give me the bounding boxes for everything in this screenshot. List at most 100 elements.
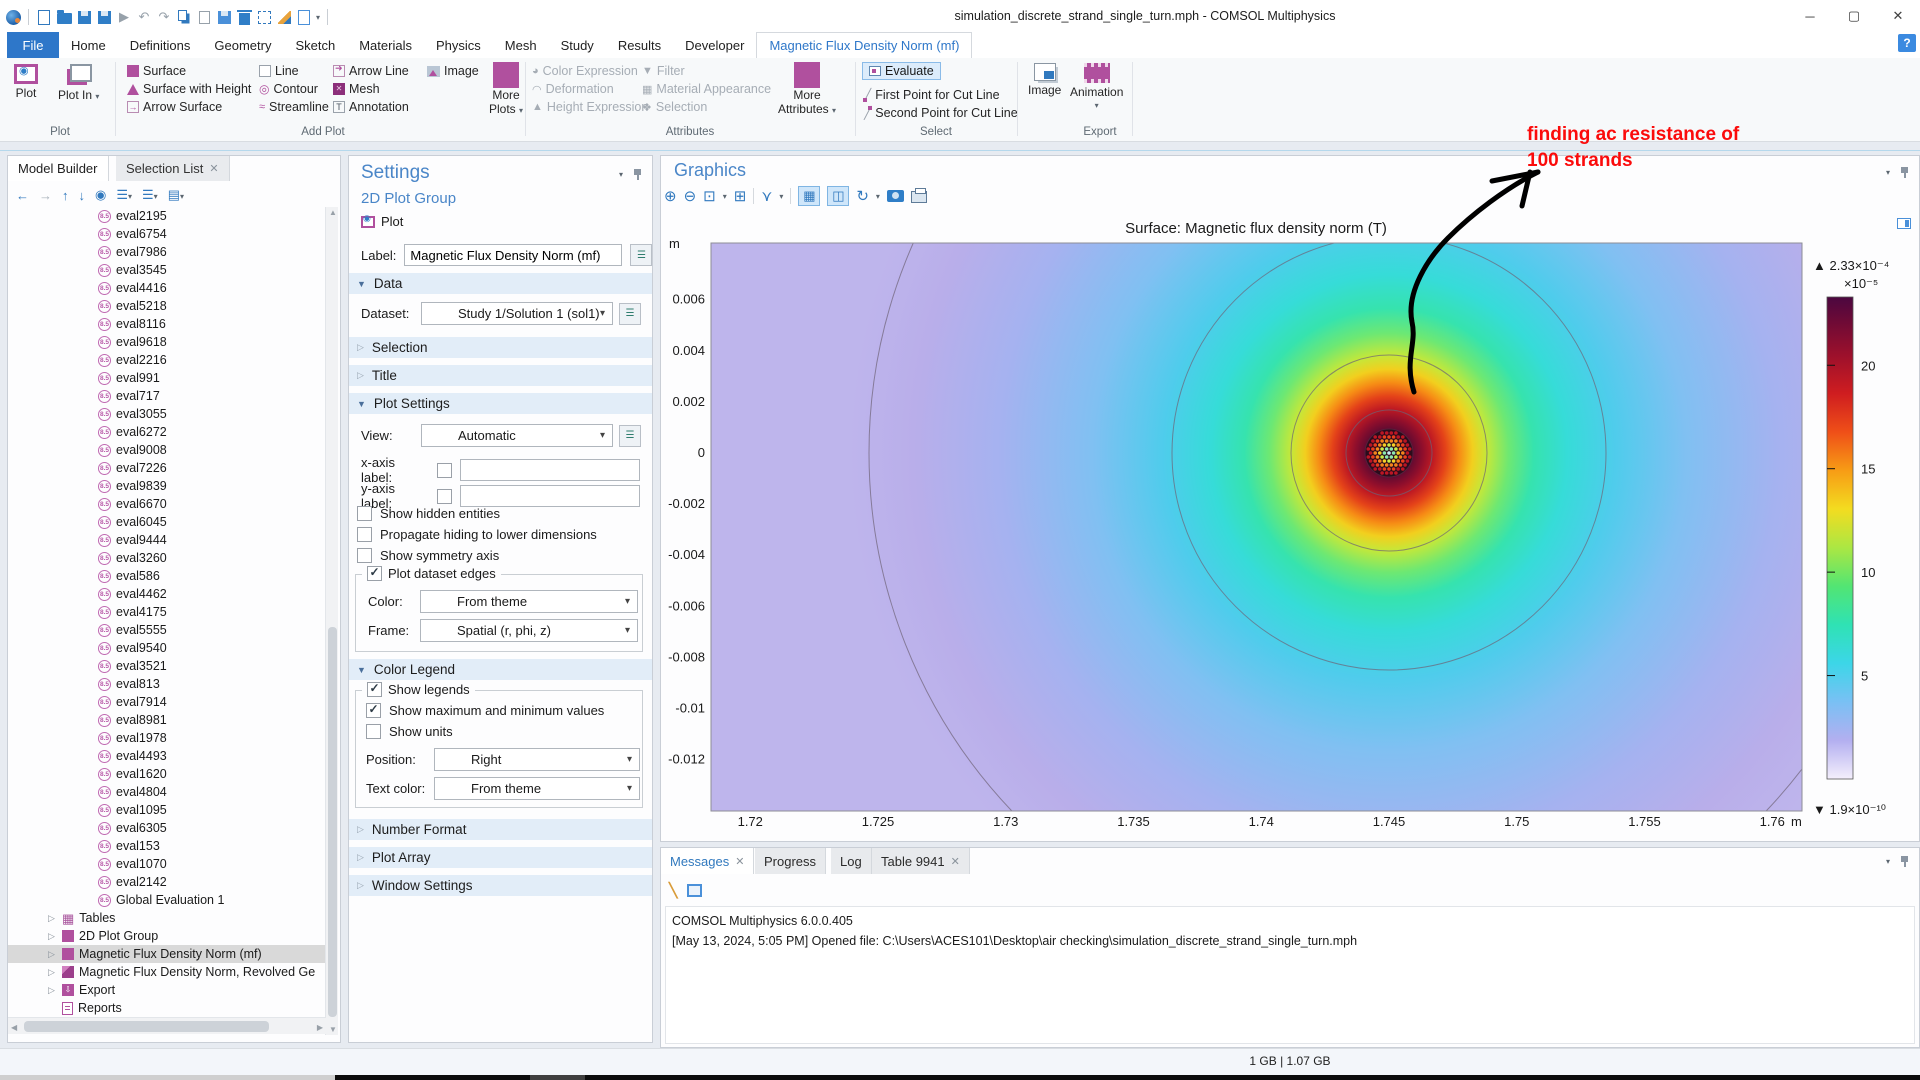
back-icon[interactable]: ←: [16, 188, 29, 203]
plot-dataset-edges-checkbox[interactable]: [367, 566, 382, 581]
plot-in-button[interactable]: Plot In ▾: [58, 64, 99, 102]
zoom-extents-icon[interactable]: ⊞: [734, 187, 747, 205]
ribbon-item-mesh[interactable]: ✕Mesh: [333, 80, 380, 98]
export-image-button[interactable]: Image: [1028, 63, 1061, 97]
tree-item-eval8981[interactable]: 8.5eval8981: [8, 711, 326, 729]
clear-messages-icon[interactable]: ╲: [669, 882, 677, 899]
ribbon-item-image[interactable]: Image: [427, 62, 479, 80]
tree-item-eval5218[interactable]: 8.5eval5218: [8, 297, 326, 315]
y-axis-checkbox[interactable]: [437, 489, 452, 504]
ribbon-item-arrow-line[interactable]: Arrow Line: [333, 62, 409, 80]
tree-item-tables[interactable]: ▷▦Tables: [8, 909, 326, 927]
tree-item-eval3521[interactable]: 8.5eval3521: [8, 657, 326, 675]
tab-log[interactable]: Log: [831, 848, 872, 874]
ribbon-tab-sketch[interactable]: Sketch: [283, 32, 347, 58]
show-symmetry-axis-checkbox[interactable]: [357, 548, 372, 563]
tree-item-eval3545[interactable]: 8.5eval3545: [8, 261, 326, 279]
ribbon-tab-file[interactable]: File: [7, 32, 59, 58]
ribbon-tab-developer[interactable]: Developer: [673, 32, 756, 58]
tree-item-eval5555[interactable]: 8.5eval5555: [8, 621, 326, 639]
collapse-all-icon[interactable]: ☰▾: [116, 187, 132, 203]
tree-item-eval4416[interactable]: 8.5eval4416: [8, 279, 326, 297]
tree-item-eval1620[interactable]: 8.5eval1620: [8, 765, 326, 783]
frame-select[interactable]: Spatial (r, phi, z): [420, 619, 638, 642]
open-in-window-icon[interactable]: [687, 884, 702, 897]
new-file-icon[interactable]: [36, 9, 52, 25]
section-number-format[interactable]: ▷Number Format: [349, 819, 652, 840]
show-max-min-row[interactable]: Show maximum and minimum values: [366, 703, 604, 718]
tree-item-eval153[interactable]: 8.5eval153: [8, 837, 326, 855]
tree-item-eval2216[interactable]: 8.5eval2216: [8, 351, 326, 369]
tree-item-eval1070[interactable]: 8.5eval1070: [8, 855, 326, 873]
x-axis-checkbox[interactable]: [437, 463, 452, 478]
pin-icon[interactable]: [633, 168, 642, 181]
ribbon-tab-geometry[interactable]: Geometry: [202, 32, 283, 58]
y-axis-input[interactable]: [460, 485, 640, 507]
tree-item-eval9540[interactable]: 8.5eval9540: [8, 639, 326, 657]
scroll-right-icon[interactable]: ▶: [317, 1023, 323, 1032]
help-button[interactable]: ?: [1898, 34, 1916, 52]
ribbon-tab-physics[interactable]: Physics: [424, 32, 493, 58]
ribbon-tab-materials[interactable]: Materials: [347, 32, 424, 58]
section-plot-settings[interactable]: ▼Plot Settings: [349, 393, 652, 414]
snapshot-icon[interactable]: [887, 190, 904, 202]
expand-icon[interactable]: ▷: [48, 967, 57, 978]
plot-dataset-edges-legend[interactable]: Plot dataset edges: [362, 566, 501, 581]
expand-icon[interactable]: ▷: [48, 949, 57, 960]
tree-item-eval9008[interactable]: 8.5eval9008: [8, 441, 326, 459]
panel-menu-icon[interactable]: ▾: [1886, 857, 1890, 866]
show-symmetry-axis-row[interactable]: Show symmetry axis: [357, 548, 499, 563]
copy-icon[interactable]: [176, 9, 192, 25]
section-plot-array[interactable]: ▷Plot Array: [349, 847, 652, 868]
ribbon-item-surface-with-height[interactable]: Surface with Height: [127, 80, 251, 98]
tree-item-eval717[interactable]: 8.5eval717: [8, 387, 326, 405]
second-point-cut-line-button[interactable]: ╱Second Point for Cut Line: [864, 104, 1018, 122]
move-to-window-icon[interactable]: [216, 9, 232, 25]
edge-color-select[interactable]: From theme: [420, 590, 638, 613]
tab-table-9941[interactable]: Table 9941✕: [872, 848, 970, 874]
close-icon[interactable]: ✕: [209, 162, 218, 175]
ribbon-tab-results[interactable]: Results: [606, 32, 673, 58]
panel-menu-icon[interactable]: ▾: [619, 170, 623, 179]
move-down-icon[interactable]: ↓: [79, 188, 86, 203]
tree-item-eval991[interactable]: 8.5eval991: [8, 369, 326, 387]
tree-item-reports[interactable]: Reports: [8, 999, 326, 1017]
forward-icon[interactable]: →: [39, 188, 52, 203]
paint-icon[interactable]: [276, 9, 292, 25]
tree-item-eval6045[interactable]: 8.5eval6045: [8, 513, 326, 531]
close-icon[interactable]: ✕: [735, 855, 744, 868]
tree-item-eval1095[interactable]: 8.5eval1095: [8, 801, 326, 819]
tree-item-eval586[interactable]: 8.5eval586: [8, 567, 326, 585]
tree-item-eval4175[interactable]: 8.5eval4175: [8, 603, 326, 621]
tree-item-global-evaluation-1[interactable]: 8.5Global Evaluation 1: [8, 891, 326, 909]
save-as-icon[interactable]: [96, 9, 112, 25]
axis-orientation-icon[interactable]: ⋎: [761, 187, 772, 205]
move-up-icon[interactable]: ↑: [62, 188, 69, 203]
view-options-button[interactable]: ☰: [619, 425, 641, 447]
dataset-select[interactable]: Study 1/Solution 1 (sol1): [421, 302, 613, 325]
tree-item-eval6272[interactable]: 8.5eval6272: [8, 423, 326, 441]
print-icon[interactable]: [911, 191, 927, 203]
node-view-icon[interactable]: ▤▾: [168, 187, 184, 203]
text-color-select[interactable]: From theme: [434, 777, 640, 800]
tree-vertical-scrollbar[interactable]: ▲ ▼: [325, 207, 338, 1035]
tab-selection-list[interactable]: Selection List✕: [116, 156, 230, 181]
tree-item-eval2142[interactable]: 8.5eval2142: [8, 873, 326, 891]
tree-horizontal-scrollbar[interactable]: ◀ ▶: [8, 1017, 326, 1034]
scroll-up-icon[interactable]: ▲: [329, 208, 337, 217]
dataset-options-button[interactable]: ☰: [619, 303, 641, 325]
grid-toggle-icon[interactable]: ▦: [798, 186, 820, 206]
section-selection[interactable]: ▷Selection: [349, 337, 652, 358]
tree-item-eval9839[interactable]: 8.5eval9839: [8, 477, 326, 495]
show-hidden-entities-checkbox[interactable]: [357, 506, 372, 521]
first-point-cut-line-button[interactable]: ╱First Point for Cut Line: [864, 86, 1000, 104]
tab-model-builder[interactable]: Model Builder: [8, 156, 109, 181]
zoom-out-icon[interactable]: ⊖: [684, 187, 697, 205]
ribbon-tab-home[interactable]: Home: [59, 32, 118, 58]
label-input[interactable]: [404, 244, 622, 266]
plot-canvas[interactable]: Surface: Magnetic flux density norm (T)0…: [661, 216, 1920, 843]
tree-item-eval4493[interactable]: 8.5eval4493: [8, 747, 326, 765]
delete-icon[interactable]: [236, 9, 252, 25]
scene-light-icon[interactable]: ↻: [856, 187, 869, 205]
pin-icon[interactable]: [1900, 166, 1909, 179]
